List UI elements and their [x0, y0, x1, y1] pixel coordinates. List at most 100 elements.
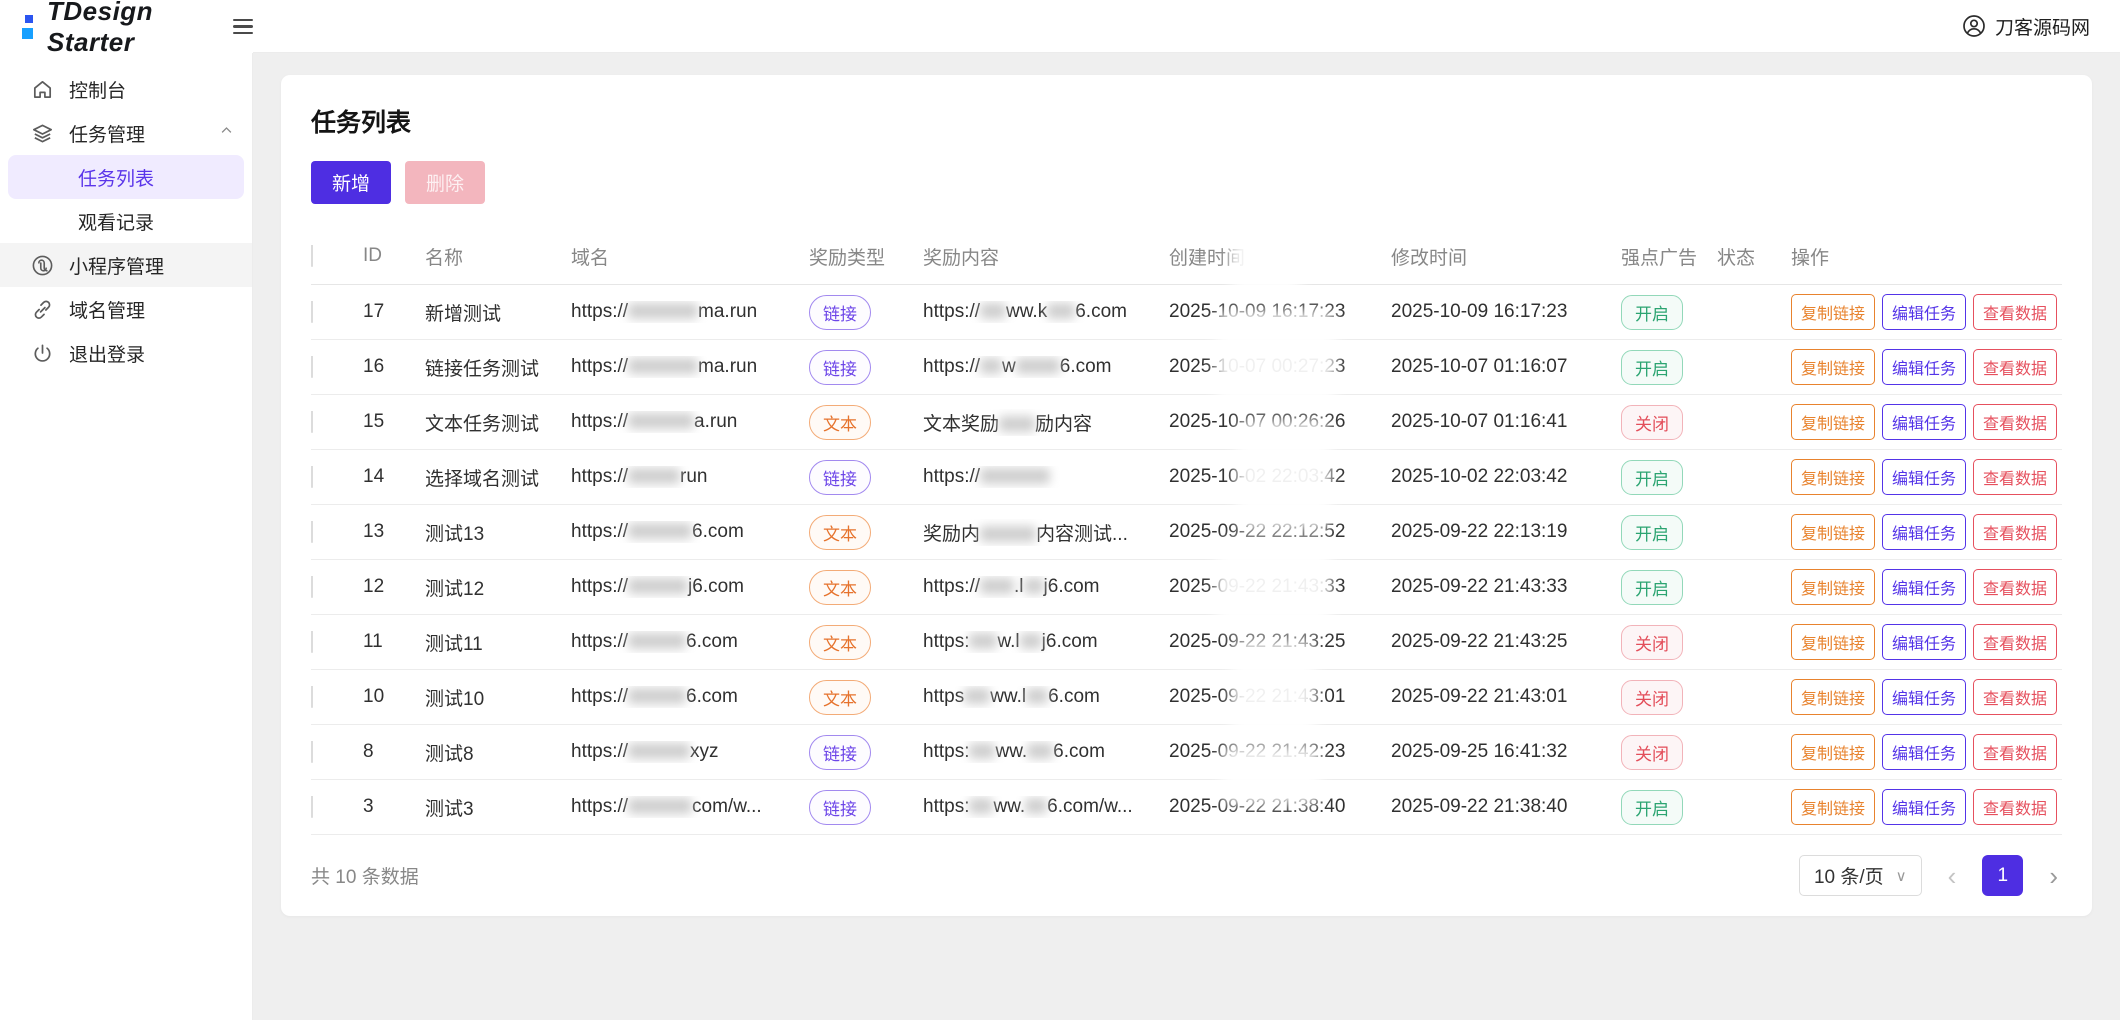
sidebar-item[interactable]: 域名管理 — [0, 287, 252, 331]
cell-actions: 复制链接 编辑任务 查看数据 — [1791, 569, 2062, 605]
view-data-button[interactable]: 查看数据 — [1973, 349, 2057, 385]
copy-link-button[interactable]: 复制链接 — [1791, 349, 1875, 385]
copy-link-button[interactable]: 复制链接 — [1791, 679, 1875, 715]
cell-actions: 复制链接 编辑任务 查看数据 — [1791, 459, 2062, 495]
copy-link-button[interactable]: 复制链接 — [1791, 514, 1875, 550]
view-data-button[interactable]: 查看数据 — [1973, 404, 2057, 440]
add-button[interactable]: 新增 — [311, 161, 391, 204]
cell-modified: 2025-10-07 01:16:41 — [1391, 411, 1621, 433]
cell-ad: 开启 — [1621, 515, 1717, 550]
copy-link-button[interactable]: 复制链接 — [1791, 569, 1875, 605]
cell-reward-content: https:// — [923, 466, 1169, 488]
cell-reward-type: 文本 — [809, 515, 923, 550]
cell-created: 2025-09-22 21:38:40 — [1169, 796, 1391, 818]
redacted-text — [628, 743, 690, 759]
view-data-button[interactable]: 查看数据 — [1973, 679, 2057, 715]
edit-task-button[interactable]: 编辑任务 — [1882, 514, 1966, 550]
redacted-text — [999, 416, 1035, 432]
edit-task-button[interactable]: 编辑任务 — [1882, 459, 1966, 495]
copy-link-button[interactable]: 复制链接 — [1791, 734, 1875, 770]
delete-button[interactable]: 删除 — [405, 161, 485, 204]
column-header: 修改时间 — [1391, 243, 1621, 270]
cell-id: 15 — [363, 411, 425, 433]
view-data-button[interactable]: 查看数据 — [1973, 789, 2057, 825]
page-size-select[interactable]: 10 条/页 ∨ — [1799, 855, 1922, 896]
table-row: 13 测试13 https://6.com 文本 奖励内内容测试... 2025… — [311, 505, 2062, 560]
edit-task-button[interactable]: 编辑任务 — [1882, 789, 1966, 825]
cell-created: 2025-10-07 00:27:23 — [1169, 356, 1391, 378]
view-data-button[interactable]: 查看数据 — [1973, 569, 2057, 605]
cell-reward-content: https:ww.6.com/w... — [923, 796, 1169, 818]
view-data-button[interactable]: 查看数据 — [1973, 624, 2057, 660]
edit-task-button[interactable]: 编辑任务 — [1882, 404, 1966, 440]
redacted-text — [628, 798, 692, 814]
cell-ad: 关闭 — [1621, 735, 1717, 770]
column-header: 奖励类型 — [809, 243, 923, 270]
copy-link-button[interactable]: 复制链接 — [1791, 294, 1875, 330]
redacted-text — [628, 358, 698, 374]
redacted-text — [1024, 578, 1044, 594]
redacted-text — [628, 578, 688, 594]
cell-domain: https://j6.com — [571, 576, 809, 598]
view-data-button[interactable]: 查看数据 — [1973, 294, 2057, 330]
edit-task-button[interactable]: 编辑任务 — [1882, 734, 1966, 770]
cell-reward-type: 文本 — [809, 625, 923, 660]
edit-task-button[interactable]: 编辑任务 — [1882, 349, 1966, 385]
cell-reward-type: 文本 — [809, 570, 923, 605]
next-page-icon[interactable]: › — [2045, 863, 2062, 889]
logo-text: TDesign Starter — [47, 0, 215, 58]
cell-name: 测试3 — [425, 794, 571, 821]
sidebar-item[interactable]: 任务管理 — [0, 111, 252, 155]
row-checkbox[interactable] — [311, 576, 313, 598]
select-all-checkbox[interactable] — [311, 245, 313, 267]
sidebar-subitem[interactable]: 观看记录 — [8, 199, 244, 243]
cell-name: 测试13 — [425, 519, 571, 546]
reward-type-tag: 文本 — [809, 680, 871, 715]
redacted-text — [628, 468, 680, 484]
copy-link-button[interactable]: 复制链接 — [1791, 459, 1875, 495]
row-checkbox[interactable] — [311, 686, 313, 708]
copy-link-button[interactable]: 复制链接 — [1791, 404, 1875, 440]
row-checkbox[interactable] — [311, 301, 313, 323]
page-number-button[interactable]: 1 — [1982, 855, 2023, 896]
copy-link-button[interactable]: 复制链接 — [1791, 789, 1875, 825]
view-data-button[interactable]: 查看数据 — [1973, 459, 2057, 495]
sidebar-item[interactable]: 控制台 — [0, 67, 252, 111]
chevron-down-icon: ∨ — [1896, 867, 1907, 885]
row-checkbox[interactable] — [311, 521, 313, 543]
view-data-button[interactable]: 查看数据 — [1973, 734, 2057, 770]
row-checkbox[interactable] — [311, 466, 313, 488]
row-checkbox[interactable] — [311, 741, 313, 763]
ad-status-tag: 关闭 — [1621, 735, 1683, 770]
prev-page-icon[interactable]: ‹ — [1944, 863, 1961, 889]
sidebar-item[interactable]: 退出登录 — [0, 331, 252, 375]
cell-ad: 关闭 — [1621, 680, 1717, 715]
cell-created: 2025-09-22 21:43:25 — [1169, 631, 1391, 653]
toolbar: 新增 删除 — [311, 161, 2062, 204]
cell-reward-content: https://w6.com — [923, 356, 1169, 378]
row-checkbox[interactable] — [311, 631, 313, 653]
cell-domain: https://ma.run — [571, 301, 809, 323]
menu-collapse-icon[interactable] — [233, 15, 253, 39]
copy-link-button[interactable]: 复制链接 — [1791, 624, 1875, 660]
user-menu[interactable]: 刀客源码网 — [1962, 13, 2090, 40]
view-data-button[interactable]: 查看数据 — [1973, 514, 2057, 550]
edit-task-button[interactable]: 编辑任务 — [1882, 569, 1966, 605]
cell-ad: 开启 — [1621, 790, 1717, 825]
column-header: 状态 — [1717, 243, 1791, 270]
redacted-text — [969, 743, 995, 759]
ad-status-tag: 开启 — [1621, 515, 1683, 550]
sidebar-item[interactable]: 小程序管理 — [0, 243, 252, 287]
cell-ad: 开启 — [1621, 570, 1717, 605]
cell-domain: https://xyz — [571, 741, 809, 763]
cell-modified: 2025-09-22 22:13:19 — [1391, 521, 1621, 543]
edit-task-button[interactable]: 编辑任务 — [1882, 294, 1966, 330]
row-checkbox[interactable] — [311, 356, 313, 378]
cell-domain: https://ma.run — [571, 356, 809, 378]
edit-task-button[interactable]: 编辑任务 — [1882, 624, 1966, 660]
row-checkbox[interactable] — [311, 411, 313, 433]
row-checkbox[interactable] — [311, 796, 313, 818]
edit-task-button[interactable]: 编辑任务 — [1882, 679, 1966, 715]
sidebar-subitem[interactable]: 任务列表 — [8, 155, 244, 199]
cell-id: 13 — [363, 521, 425, 543]
